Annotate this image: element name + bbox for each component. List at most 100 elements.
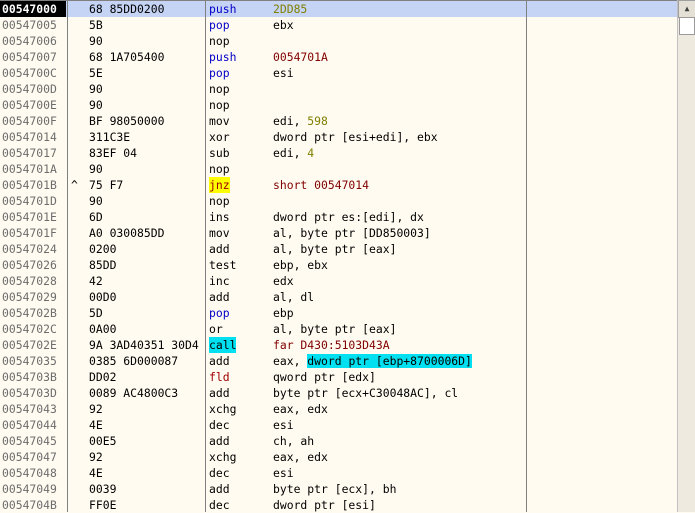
mnemonic-cell: dec (209, 418, 230, 432)
operand-text: dword ptr es:[edi], dx (273, 210, 424, 224)
operand-text: byte ptr [ecx+C30048AC], cl (273, 386, 459, 400)
code-row[interactable]: 0054701F A0 030085DD mov al, byte ptr [DD85… (0, 225, 677, 241)
operand-cell: al, dl (273, 289, 314, 305)
code-row[interactable]: 0054701D 90 nop (0, 193, 677, 209)
hex-dump-cell: 90 (89, 194, 103, 208)
code-row[interactable]: 0054703B DD02 fld qword ptr [edx] (0, 369, 677, 385)
hex-dump-cell: FF0E (89, 498, 117, 512)
operand-cell: dword ptr [esi+edi], ebx (273, 129, 438, 145)
operand-text: 2DD85 (273, 2, 308, 16)
mnemonic-cell: pop (209, 66, 230, 80)
code-row[interactable]: 00547028 42 inc edx (0, 273, 677, 289)
operand-text: dword ptr [esi+edi], ebx (273, 130, 438, 144)
address-cell: 00547000 (0, 1, 66, 17)
code-row[interactable]: 0054704B FF0E dec dword ptr [esi] (0, 497, 677, 513)
operand-cell: 2DD85 (273, 1, 307, 17)
code-row[interactable]: 00547000 68 85DD0200 push 2DD85 (0, 1, 677, 17)
address-cell: 00547044 (2, 418, 57, 432)
scroll-up-arrow-icon[interactable]: ▲ (678, 0, 695, 18)
address-cell: 0054702E (2, 338, 57, 352)
hex-dump-cell: 90 (89, 34, 103, 48)
operand-cell: al, byte ptr [DD850003] (273, 225, 431, 241)
code-row[interactable]: 0054700F BF 98050000 mov edi, 598 (0, 113, 677, 129)
code-row[interactable]: 00547045 00E5 add ch, ah (0, 433, 677, 449)
mnemonic-cell: or (209, 322, 223, 336)
code-row[interactable]: 0054701A 90 nop (0, 161, 677, 177)
code-row[interactable]: 00547044 4E dec esi (0, 417, 677, 433)
code-row[interactable]: 00547024 0200 add al, byte ptr [eax] (0, 241, 677, 257)
mnemonic-cell: add (209, 434, 230, 448)
code-row[interactable]: 0054700C 5E pop esi (0, 65, 677, 81)
mnemonic-cell: fld (209, 370, 230, 384)
code-row[interactable]: 00547047 92 xchg eax, edx (0, 449, 677, 465)
code-row[interactable]: 00547017 83EF 04 sub edi, 4 (0, 145, 677, 161)
address-cell: 0054701B (2, 178, 57, 192)
code-row[interactable]: 0054701B ^ 75 F7 jnz short 00547014 (0, 177, 677, 193)
code-row[interactable]: 00547006 90 nop (0, 33, 677, 49)
mnemonic-cell: push (209, 2, 237, 16)
address-cell: 00547014 (2, 130, 57, 144)
mnemonic-cell: test (209, 258, 237, 272)
mnemonic-cell: xchg (209, 450, 237, 464)
disassembly-listing[interactable]: 00547000 68 85DD0200 push 2DD85 00547005 5B po… (0, 0, 677, 513)
code-row[interactable]: 0054702E 9A 3AD40351 30D4 call far D430:510… (0, 337, 677, 353)
mnemonic-cell: dec (209, 466, 230, 480)
code-row[interactable]: 0054703D 0089 AC4800C3 add byte ptr [ecx+C3… (0, 385, 677, 401)
code-row[interactable]: 0054702C 0A00 or al, byte ptr [eax] (0, 321, 677, 337)
operand-text: al, byte ptr [eax] (273, 242, 397, 256)
address-cell: 00547048 (2, 466, 57, 480)
hex-dump-cell: 00E5 (89, 434, 117, 448)
mnemonic-cell: pop (209, 18, 230, 32)
hex-dump-cell: 5E (89, 66, 103, 80)
vertical-scrollbar[interactable]: ▲ (677, 0, 695, 512)
code-row[interactable]: 0054700D 90 nop (0, 81, 677, 97)
operand-text: edi, (273, 114, 308, 128)
mnemonic-cell: dec (209, 498, 230, 512)
mnemonic-cell: add (209, 290, 230, 304)
operand-cell: byte ptr [ecx+C30048AC], cl (273, 385, 458, 401)
code-row[interactable]: 0054700E 90 nop (0, 97, 677, 113)
address-cell: 00547005 (2, 18, 57, 32)
operand-text: al, dl (273, 290, 315, 304)
hex-dump-cell: 0A00 (89, 322, 117, 336)
operand-highlight: dword ptr [ebp+8700006D] (307, 354, 472, 368)
operand-cell: al, byte ptr [eax] (273, 321, 396, 337)
code-row[interactable]: 00547029 00D0 add al, dl (0, 289, 677, 305)
operand-cell: qword ptr [edx] (273, 369, 376, 385)
operand-text: esi (273, 466, 294, 480)
code-row[interactable]: 0054702B 5D pop ebp (0, 305, 677, 321)
hex-dump-cell: 4E (89, 418, 103, 432)
code-row[interactable]: 00547007 68 1A705400 push 0054701A (0, 49, 677, 65)
code-row[interactable]: 00547043 92 xchg eax, edx (0, 401, 677, 417)
operand-text: short 00547014 (273, 178, 370, 192)
mnemonic-cell: add (209, 386, 230, 400)
code-row[interactable]: 00547035 0385 6D000087 add eax, dword ptr [… (0, 353, 677, 369)
mnemonic-cell: jnz (209, 177, 230, 193)
hex-dump-cell: 0089 AC4800C3 (89, 386, 179, 400)
mnemonic-cell: add (209, 482, 230, 496)
mnemonic-cell: add (209, 242, 230, 256)
code-row[interactable]: 00547005 5B pop ebx (0, 17, 677, 33)
address-cell: 00547029 (2, 290, 57, 304)
operand-text: 0054701A (273, 50, 328, 64)
operand-cell: al, byte ptr [eax] (273, 241, 396, 257)
address-cell: 00547043 (2, 402, 57, 416)
operand-text: edx (273, 274, 294, 288)
operand-text: eax, edx (273, 402, 328, 416)
code-row[interactable]: 00547049 0039 add byte ptr [ecx], bh (0, 481, 677, 497)
code-row[interactable]: 00547026 85DD test ebp, ebx (0, 257, 677, 273)
mnemonic-cell: ins (209, 210, 230, 224)
hex-dump-cell: 75 F7 (89, 178, 124, 192)
address-cell: 00547026 (2, 258, 57, 272)
address-cell: 0054701D (2, 194, 57, 208)
code-row[interactable]: 0054701E 6D ins dword ptr es:[edi], dx (0, 209, 677, 225)
hex-dump-cell: 92 (89, 402, 103, 416)
address-cell: 00547047 (2, 450, 57, 464)
code-row[interactable]: 00547048 4E dec esi (0, 465, 677, 481)
address-cell: 0054701F (2, 226, 57, 240)
code-row[interactable]: 00547014 311C3E xor dword ptr [esi+edi], eb… (0, 129, 677, 145)
scroll-thumb[interactable] (679, 17, 695, 35)
operand-cell: dword ptr [esi] (273, 497, 376, 513)
hex-dump-cell: 9A 3AD40351 30D4 (89, 338, 199, 352)
address-cell: 00547024 (2, 242, 57, 256)
